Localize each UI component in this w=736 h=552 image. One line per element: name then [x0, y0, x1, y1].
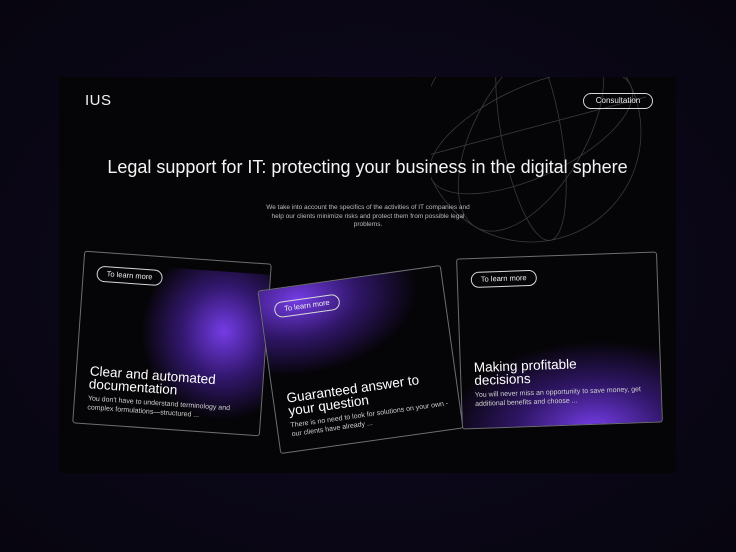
hero-headline: Legal support for IT: protecting your bu… — [107, 157, 628, 177]
learn-more-button[interactable]: To learn more — [273, 293, 341, 319]
learn-more-button[interactable]: To learn more — [96, 265, 163, 287]
feature-card-decisions[interactable]: To learn more Making profitable decision… — [456, 251, 663, 430]
feature-card-answer[interactable]: To learn more Guaranteed answer to your … — [257, 264, 464, 455]
card-title: Making profitable decisions — [473, 356, 577, 388]
feature-card-documentation[interactable]: To learn more Clear and automated docume… — [72, 250, 272, 437]
card-title: Clear and automated documentation — [88, 363, 217, 398]
card-description: You will never miss an opportunity to sa… — [474, 386, 642, 408]
logo[interactable]: IUS — [85, 92, 112, 109]
card-glow — [257, 264, 430, 385]
hero-lead: We take into account the specifics of th… — [266, 204, 470, 228]
landing-page: IUS Consultation Legal support for IT: p… — [59, 77, 676, 473]
learn-more-button[interactable]: To learn more — [470, 269, 537, 289]
consultation-button[interactable]: Consultation — [583, 93, 653, 109]
